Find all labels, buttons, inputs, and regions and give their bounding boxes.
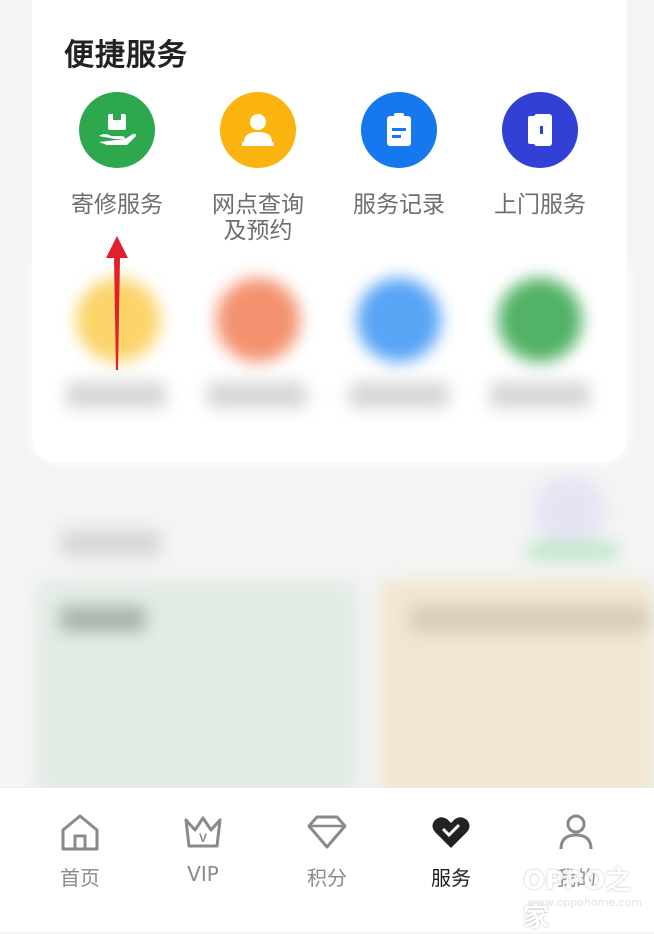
annotation-arrow [106, 236, 128, 370]
svg-text:V: V [199, 831, 207, 845]
service-label: 寄修服务 [71, 192, 163, 218]
clipboard-icon [361, 92, 437, 168]
watermark: OPPO之家 www.oppohome.com [474, 860, 654, 934]
service-label: 上门服务 [494, 192, 586, 218]
watermark-url: www.oppohome.com [527, 896, 643, 909]
service-records[interactable]: 服务记录 [329, 92, 469, 218]
nav-label: 积分 [307, 866, 347, 890]
service-door-to-door[interactable]: 上门服务 [470, 92, 610, 218]
heart-check-icon [401, 812, 501, 852]
service-repair-mail[interactable]: 寄修服务 [47, 92, 187, 218]
service-label: 网点查询 及预约 [212, 192, 304, 244]
crown-icon: V [153, 812, 253, 852]
nav-label: 首页 [60, 866, 100, 890]
nav-label: VIP [187, 862, 219, 886]
watermark-logo-icon [474, 873, 517, 923]
door-icon [502, 92, 578, 168]
nav-points[interactable]: 积分 [277, 812, 377, 891]
blurred-content [0, 262, 654, 787]
nav-vip[interactable]: V VIP [153, 812, 253, 886]
service-agent-icon [220, 92, 296, 168]
diamond-icon [277, 812, 377, 852]
user-icon [526, 812, 626, 852]
service-outlet-query[interactable]: 网点查询 及预约 [188, 92, 328, 244]
quick-services-title: 便捷服务 [64, 38, 188, 73]
home-icon [30, 812, 130, 852]
nav-home[interactable]: 首页 [30, 812, 130, 891]
package-hand-icon [79, 92, 155, 168]
service-label: 服务记录 [353, 192, 445, 218]
